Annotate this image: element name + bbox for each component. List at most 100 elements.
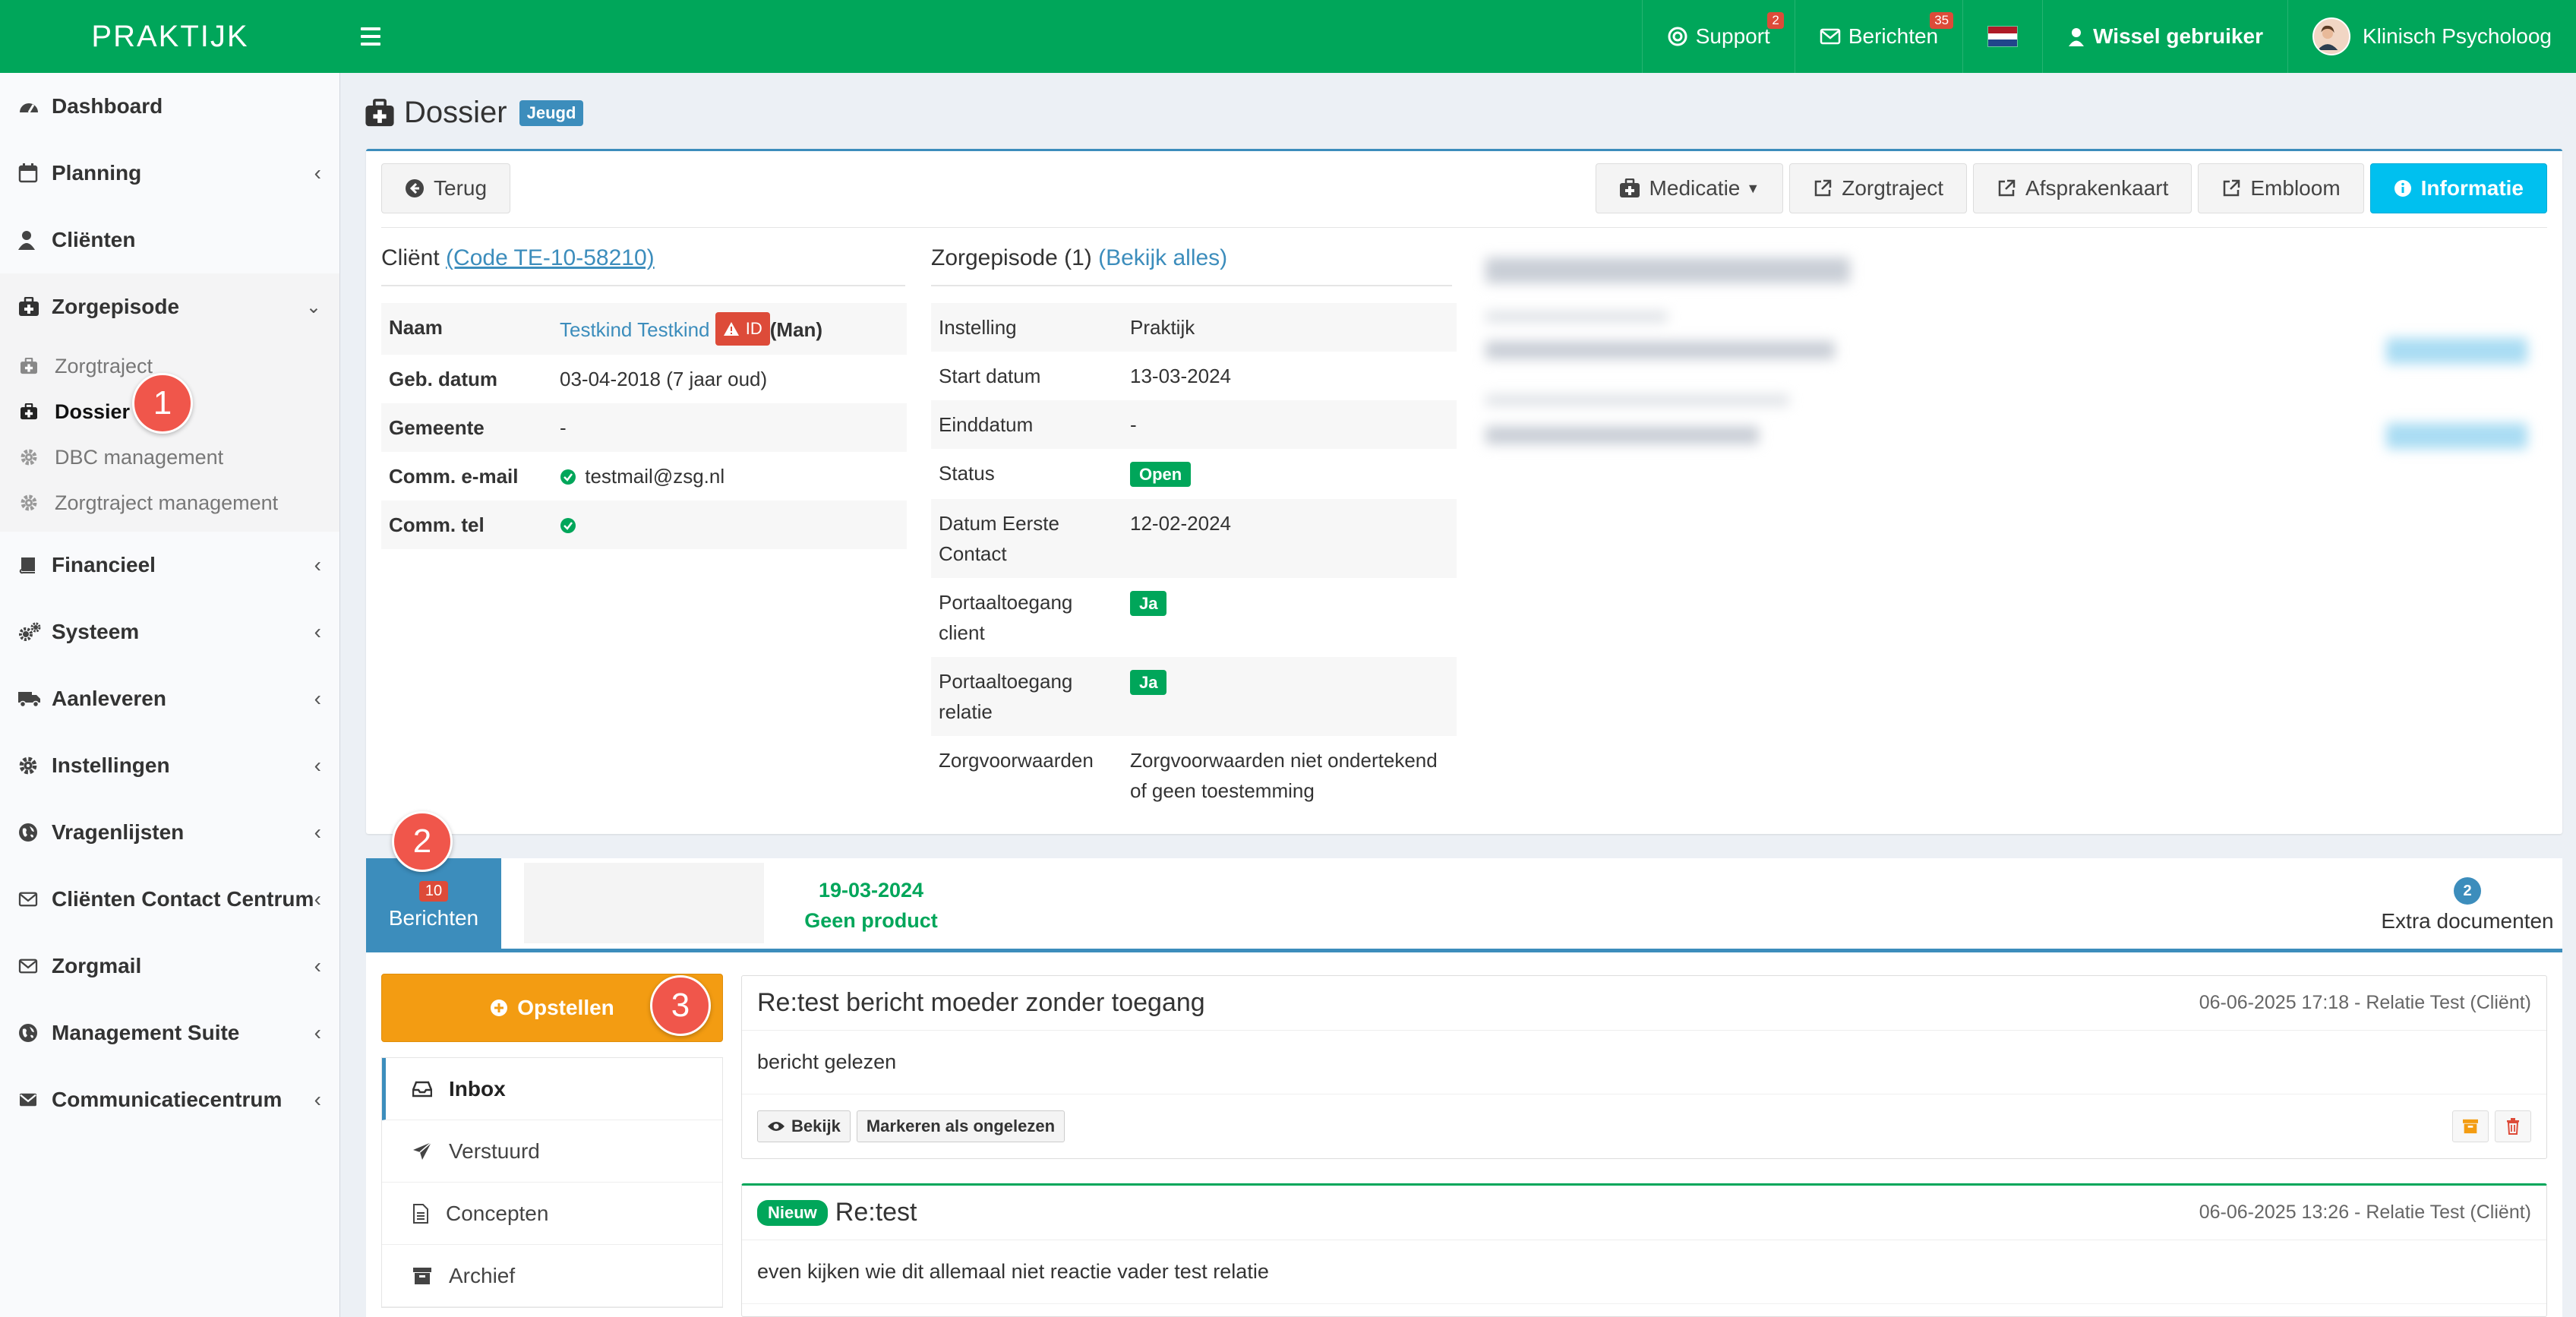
chevron-left-icon: ‹ xyxy=(314,753,321,777)
sidebar-item-management-suite[interactable]: Management Suite ‹ xyxy=(0,1000,339,1066)
paper-plane-icon xyxy=(413,1141,432,1160)
truck-icon xyxy=(18,692,40,708)
sidebar-item-systeem[interactable]: Systeem ‹ xyxy=(0,598,339,665)
switch-user-button[interactable]: Wissel gebruiker xyxy=(2042,0,2287,73)
folder-label: Inbox xyxy=(449,1076,506,1101)
client-name-link[interactable]: Testkind Testkind xyxy=(560,318,710,341)
sidebar-item-label: Dashboard xyxy=(52,94,163,118)
external-link-icon xyxy=(1998,179,2016,197)
comm-tel-label: Comm. tel xyxy=(381,501,552,549)
folder-verstuurd[interactable]: Verstuurd xyxy=(382,1120,722,1183)
sidebar-item-aanleveren[interactable]: Aanleveren ‹ xyxy=(0,665,339,732)
message-header[interactable]: Nieuw Re:test 06-06-2025 13:26 - Relatie… xyxy=(742,1186,2546,1240)
id-warning-badge[interactable]: ID xyxy=(715,312,770,346)
sidebar-item-label: Cliënten xyxy=(52,228,136,251)
dossier-box: Terug Medicatie ▼ Zorgtraject Afsprakenk… xyxy=(366,149,2562,834)
sidebar-item-label: Planning xyxy=(52,161,142,185)
embloom-button[interactable]: Embloom xyxy=(2198,163,2364,213)
archive-message-button[interactable] xyxy=(2452,1110,2489,1142)
support-menu[interactable]: Support 2 xyxy=(1641,0,1795,73)
sidebar-item-financieel[interactable]: Financieel ‹ xyxy=(0,532,339,598)
external-link-icon xyxy=(1814,179,1832,197)
birthdate-value: 03-04-2018 (7 jaar oud) xyxy=(560,368,768,390)
chevron-left-icon: ‹ xyxy=(314,620,321,643)
comm-tel-cell xyxy=(552,501,907,549)
comm-email-cell: testmail@zsg.nl xyxy=(552,452,907,501)
comm-email-label: Comm. e-mail xyxy=(389,465,519,488)
sidebar-item-vragenlijsten[interactable]: Vragenlijsten ‹ xyxy=(0,799,339,866)
client-name-label: Naam xyxy=(381,303,552,355)
sidebar-toggle-button[interactable] xyxy=(340,0,401,73)
envelope-icon xyxy=(18,959,38,974)
age-group-label: Jeugd xyxy=(519,99,584,126)
tab-placeholder[interactable] xyxy=(524,863,764,943)
sidebar-item-instellingen[interactable]: Instellingen ‹ xyxy=(0,732,339,799)
end-date-label: Einddatum xyxy=(931,400,1122,449)
sidebar-item-clienten[interactable]: Cliënten xyxy=(0,207,339,273)
view-message-button[interactable]: Bekijk xyxy=(757,1110,851,1142)
step-marker-2: 2 xyxy=(392,811,453,872)
user-menu[interactable]: Klinisch Psycholoog xyxy=(2287,0,2576,73)
municipality-value: - xyxy=(552,403,907,452)
folder-label: Archief xyxy=(449,1263,516,1287)
folder-archief[interactable]: Archief xyxy=(382,1245,722,1307)
afsprakenkaart-button[interactable]: Afsprakenkaart xyxy=(1973,163,2192,213)
medicatie-dropdown-button[interactable]: Medicatie ▼ xyxy=(1595,163,1784,213)
instelling-value: Praktijk xyxy=(1122,303,1457,352)
sidebar-item-label: Vragenlijsten xyxy=(52,820,185,844)
back-button[interactable]: Terug xyxy=(381,163,511,213)
chevron-left-icon: ‹ xyxy=(314,887,321,911)
table-row: Instelling Praktijk xyxy=(931,303,1457,352)
sidebar-subitem-zorgtraject-management[interactable]: Zorgtraject management xyxy=(0,480,339,526)
sidebar-item-zorgepisode[interactable]: Zorgepisode ⌄ xyxy=(0,273,339,340)
brand-logo[interactable]: PRAKTIJK xyxy=(0,0,340,73)
sidebar-subitem-label: DBC management xyxy=(55,445,224,469)
sidebar-item-label: Aanleveren xyxy=(52,687,166,710)
medkit-icon xyxy=(21,403,37,420)
zorgepisode-title-underline xyxy=(931,285,1452,286)
table-row: Datum Eerste Contact 12-02-2024 xyxy=(931,499,1457,578)
comm-email-value: testmail@zsg.nl xyxy=(585,465,725,488)
portal-relation-label: Portaaltoegang relatie xyxy=(931,657,1122,736)
table-row: Comm. tel xyxy=(381,501,907,549)
calendar-icon xyxy=(18,163,38,183)
tab-product[interactable]: 19-03-2024 Geen product xyxy=(776,858,966,952)
terms-value: Zorgvoorwaarden niet ondertekend of geen… xyxy=(1130,749,1438,802)
sidebar-item-zorgmail[interactable]: Zorgmail ‹ xyxy=(0,933,339,1000)
message-header[interactable]: Re:test bericht moeder zonder toegang 06… xyxy=(742,976,2546,1031)
folder-label: Concepten xyxy=(446,1201,549,1225)
berichten-count-badge: 10 xyxy=(418,880,449,902)
embloom-label: Embloom xyxy=(2250,176,2341,200)
portal-relation-cell: Ja xyxy=(1122,657,1457,736)
view-all-link[interactable]: (Bekijk alles) xyxy=(1098,245,1227,270)
sidebar-item-dashboard[interactable]: Dashboard xyxy=(0,73,339,140)
folder-label: Verstuurd xyxy=(449,1139,540,1163)
step-marker-3: 3 xyxy=(650,975,711,1036)
folder-inbox[interactable]: Inbox xyxy=(382,1058,722,1120)
mark-unread-label: Markeren als ongelezen xyxy=(866,1116,1056,1135)
tab-extra-documenten[interactable]: 2 Extra documenten xyxy=(2372,858,2562,952)
delete-message-button[interactable] xyxy=(2495,1110,2531,1142)
messages-menu[interactable]: Berichten 35 xyxy=(1794,0,1962,73)
redacted-panel xyxy=(1478,235,2556,485)
chevron-left-icon: ‹ xyxy=(314,687,321,710)
page-header: Dossier Jeugd xyxy=(365,96,584,130)
sidebar-item-clienten-contact-centrum[interactable]: Cliënten Contact Centrum ‹ xyxy=(0,866,339,933)
informatie-button[interactable]: Informatie xyxy=(2369,163,2547,213)
sidebar-subitem-dbc-management[interactable]: DBC management xyxy=(0,434,339,480)
language-selector[interactable] xyxy=(1962,0,2042,73)
first-contact-value: 12-02-2024 xyxy=(1122,499,1457,578)
zorgtraject-button[interactable]: Zorgtraject xyxy=(1789,163,1968,213)
folder-concepten[interactable]: Concepten xyxy=(382,1183,722,1245)
book-icon xyxy=(19,557,35,574)
envelope-icon xyxy=(1820,28,1841,45)
client-code-link[interactable]: (Code TE-10-58210) xyxy=(446,245,655,270)
sidebar-item-communicatiecentrum[interactable]: Communicatiecentrum ‹ xyxy=(0,1066,339,1133)
user-secret-icon xyxy=(2069,28,2085,46)
message-icon-actions xyxy=(2452,1110,2531,1142)
tab-berichten[interactable]: 10 Berichten xyxy=(366,858,501,952)
file-text-icon xyxy=(413,1203,428,1224)
support-label: Support xyxy=(1695,24,1770,48)
sidebar-item-planning[interactable]: Planning ‹ xyxy=(0,140,339,207)
mark-unread-button[interactable]: Markeren als ongelezen xyxy=(856,1110,1065,1142)
